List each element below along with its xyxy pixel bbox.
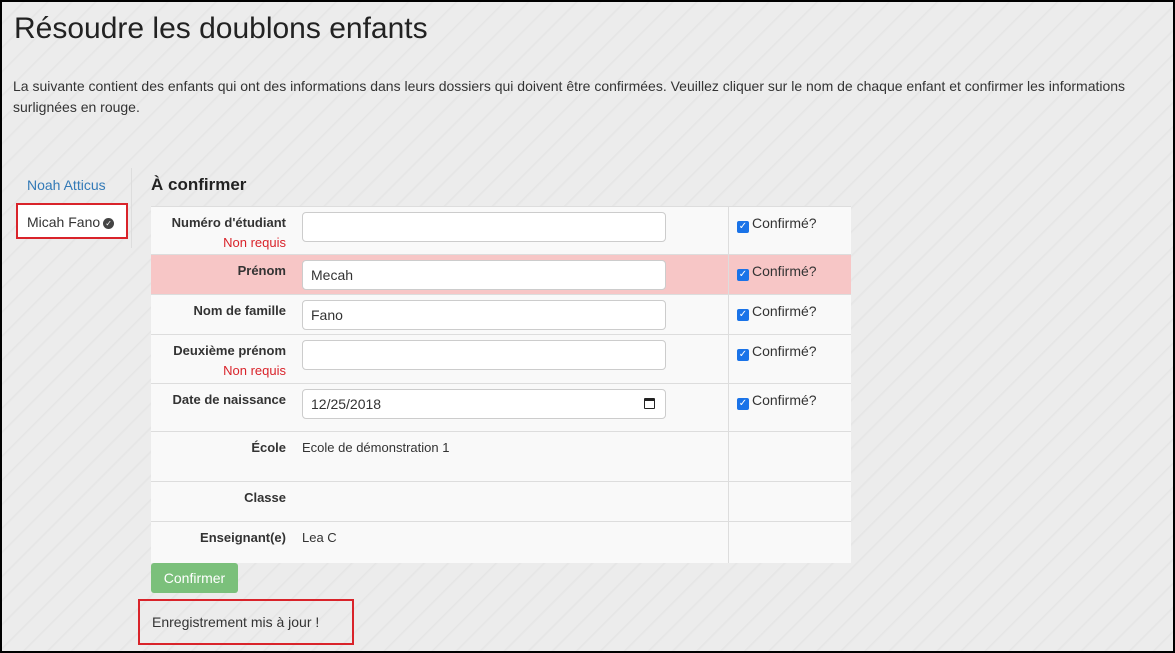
confirmed-checkbox[interactable]: ✓ xyxy=(737,221,749,233)
confirmed-checkbox[interactable]: ✓ xyxy=(737,349,749,361)
confirmed-label: Confirmé? xyxy=(752,343,817,359)
field-label: Classe xyxy=(244,490,286,505)
row-birth-date: Date de naissance 12/25/2018 ✓ Confirmé? xyxy=(151,383,851,432)
child-link-noah-atticus[interactable]: Noah Atticus xyxy=(27,177,106,193)
confirmed-label: Confirmé? xyxy=(752,303,817,319)
field-label: Deuxième prénom xyxy=(173,343,286,358)
confirmed-checkbox[interactable]: ✓ xyxy=(737,269,749,281)
intro-text: La suivante contient des enfants qui ont… xyxy=(13,78,1126,115)
confirmed-label: Confirmé? xyxy=(752,392,817,408)
not-required-note: Non requis xyxy=(223,235,286,250)
birth-date-input[interactable]: 12/25/2018 xyxy=(302,389,666,419)
status-message: Enregistrement mis à jour ! xyxy=(138,599,354,645)
row-first-name: Prénom Mecah ✓ Confirmé? xyxy=(151,254,851,295)
confirm-button[interactable]: Confirmer xyxy=(151,563,238,593)
page-frame: Résoudre les doublons enfants La suivant… xyxy=(0,0,1175,653)
field-label: Prénom xyxy=(237,263,286,278)
child-list: Noah Atticus Micah Fano ✓ xyxy=(14,168,132,248)
row-teacher: Enseignant(e) Lea C xyxy=(151,521,851,563)
not-required-note: Non requis xyxy=(223,363,286,378)
check-circle-icon: ✓ xyxy=(103,218,115,229)
class-value xyxy=(294,481,729,522)
field-label: Numéro d'étudiant xyxy=(171,215,286,230)
calendar-icon[interactable] xyxy=(644,398,655,409)
confirmed-label: Confirmé? xyxy=(752,263,817,279)
confirmation-table: Numéro d'étudiant Non requis ✓ Confirmé? P… xyxy=(151,206,851,563)
teacher-value: Lea C xyxy=(294,521,729,563)
child-link-micah-fano[interactable]: Micah Fano ✓ xyxy=(16,203,128,239)
row-class: Classe xyxy=(151,481,851,522)
row-student-number: Numéro d'étudiant Non requis ✓ Confirmé? xyxy=(151,206,851,255)
field-label: Nom de famille xyxy=(193,303,286,318)
student-number-input[interactable] xyxy=(302,212,666,242)
confirmed-label: Confirmé? xyxy=(752,215,817,231)
row-middle-name: Deuxième prénom Non requis ✓ Confirmé? xyxy=(151,334,851,384)
first-name-input[interactable]: Mecah xyxy=(302,260,666,290)
field-label: École xyxy=(251,440,286,455)
middle-name-input[interactable] xyxy=(302,340,666,370)
confirmed-checkbox[interactable]: ✓ xyxy=(737,309,749,321)
row-school: École Ecole de démonstration 1 xyxy=(151,431,851,482)
child-name: Micah Fano xyxy=(27,214,101,230)
page-title: Résoudre les doublons enfants xyxy=(14,12,428,45)
school-value: Ecole de démonstration 1 xyxy=(294,431,729,482)
field-label: Date de naissance xyxy=(172,392,286,407)
section-title: À confirmer xyxy=(151,175,247,194)
birth-date-value: 12/25/2018 xyxy=(311,396,382,412)
field-label: Enseignant(e) xyxy=(200,530,286,545)
last-name-input[interactable]: Fano xyxy=(302,300,666,330)
row-last-name: Nom de famille Fano ✓ Confirmé? xyxy=(151,294,851,335)
confirmed-checkbox[interactable]: ✓ xyxy=(737,398,749,410)
